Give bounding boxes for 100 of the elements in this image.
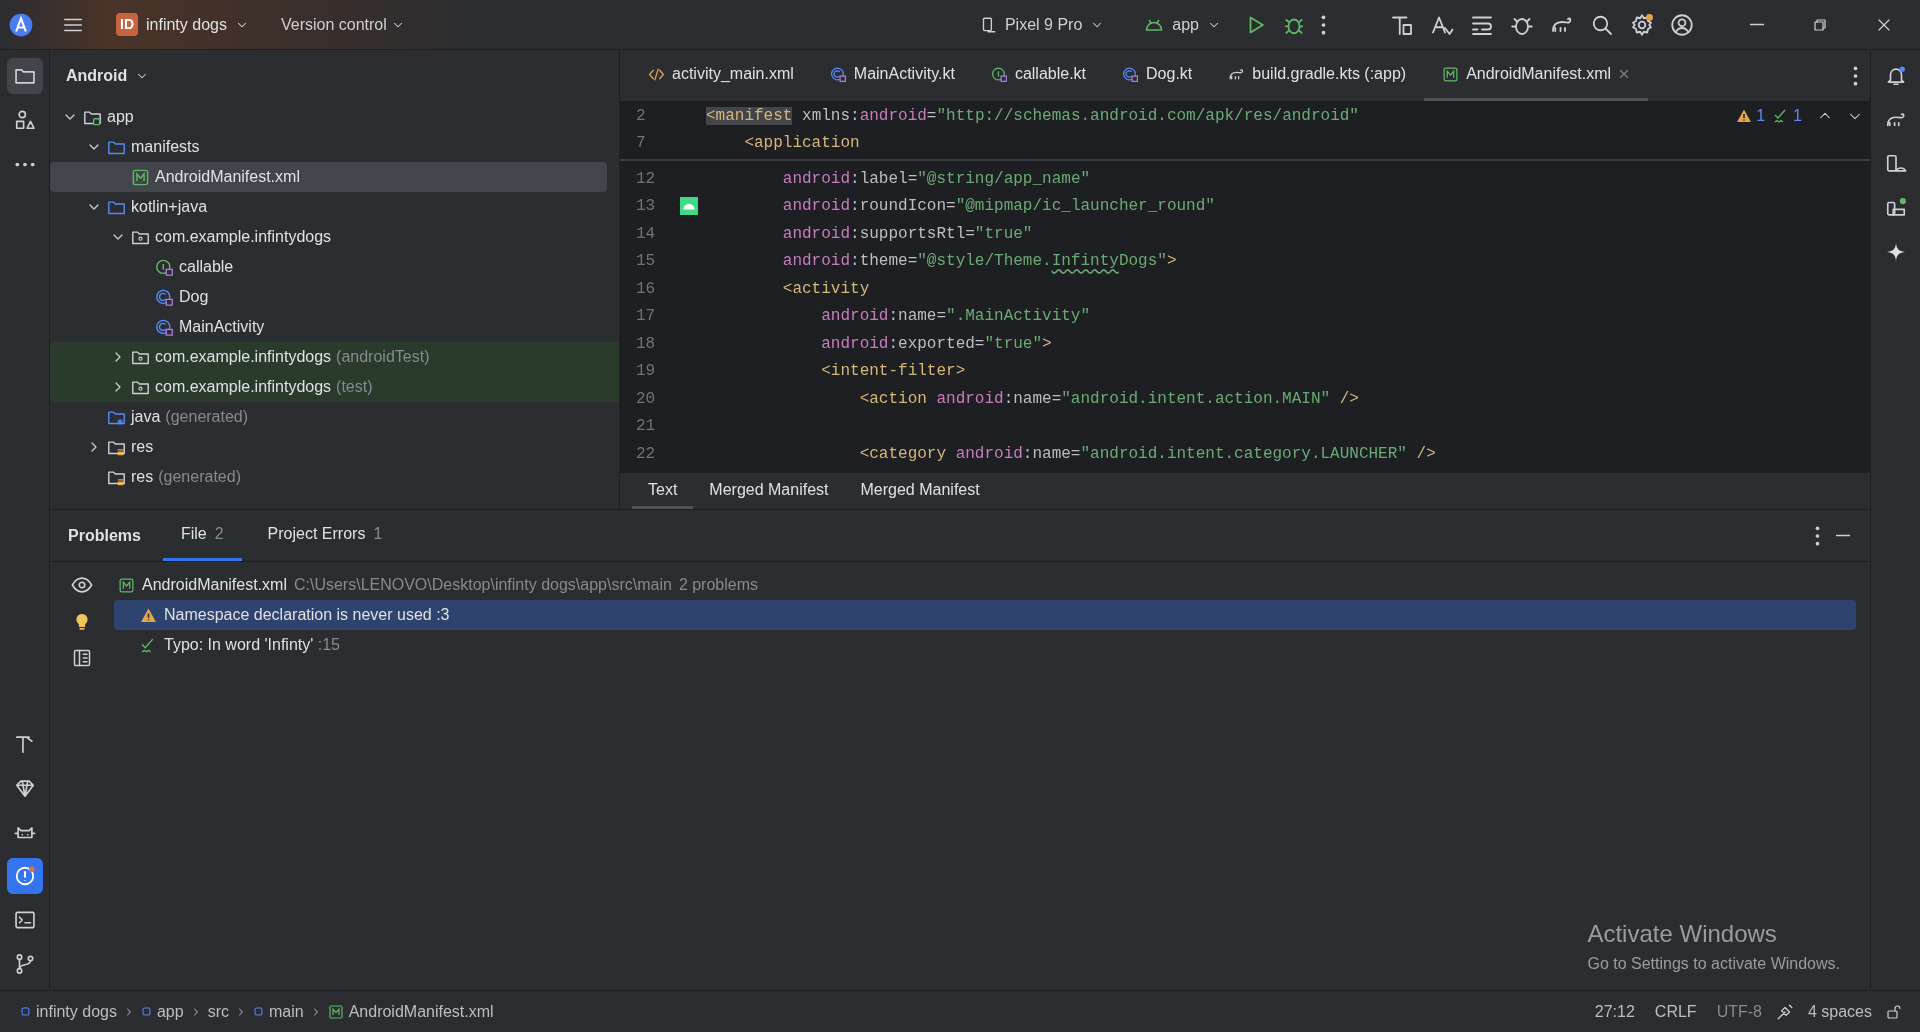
tree-item[interactable]: com.example.infintydogs (androidTest) bbox=[50, 342, 619, 372]
eye-icon bbox=[71, 574, 93, 596]
tree-item[interactable]: res bbox=[50, 432, 607, 462]
panel-icon bbox=[72, 648, 92, 668]
hammer-icon bbox=[13, 733, 36, 755]
caret-position[interactable]: 27:12 bbox=[1584, 999, 1645, 1024]
shapes-icon bbox=[13, 109, 36, 131]
device-dropdown[interactable]: Pixel 9 Pro bbox=[974, 8, 1109, 41]
more-dots-icon bbox=[14, 161, 35, 167]
code-line: <intent-filter> bbox=[820, 361, 966, 383]
interface-icon bbox=[155, 257, 174, 277]
minimize-icon bbox=[1836, 534, 1850, 537]
code-line: android:theme="@style/Theme.InfintyDogs"> bbox=[781, 251, 1177, 273]
line-number: 12 bbox=[635, 168, 657, 190]
project-dropdown[interactable]: ID infinty dogs bbox=[112, 8, 253, 41]
breadcrumb[interactable]: main bbox=[250, 999, 306, 1024]
code-line: <manifest xmlns:android="http://schemas.android.com/apk/res/android" bbox=[706, 105, 1359, 127]
code-line: <application bbox=[743, 133, 860, 155]
gem-icon bbox=[13, 777, 36, 799]
line-number: 18 bbox=[635, 333, 657, 355]
editor-tab[interactable]: build.gradle.kts (:app) bbox=[1210, 50, 1425, 101]
class-icon bbox=[155, 287, 174, 307]
terminal-icon bbox=[13, 909, 36, 931]
tree-item[interactable]: com.example.infintydogs bbox=[50, 222, 607, 252]
account-icon bbox=[1670, 12, 1694, 37]
activation-title: Activate Windows bbox=[1587, 919, 1778, 949]
tree-item[interactable]: java (generated) bbox=[50, 402, 607, 432]
warning-icon bbox=[1736, 107, 1753, 124]
problems-icon bbox=[13, 865, 36, 887]
code-line: android:roundIcon="@mipmap/ic_launcher_round" bbox=[781, 196, 1215, 218]
tree-item[interactable]: kotlin+java bbox=[50, 192, 607, 222]
class-icon bbox=[155, 317, 174, 337]
tree-item[interactable]: com.example.infintydogs (test) bbox=[50, 372, 619, 402]
panel-title: Problems bbox=[68, 525, 141, 546]
editor-tab[interactable]: callable.kt bbox=[972, 50, 1105, 101]
code-line: android:supportsRtl="true" bbox=[781, 223, 1033, 245]
code-line: android:exported="true"> bbox=[820, 333, 1052, 355]
activation-hint: Go to Settings to activate Windows. bbox=[1587, 954, 1840, 974]
device-icon bbox=[1884, 153, 1907, 175]
file-encoding[interactable]: UTF-8 bbox=[1706, 999, 1772, 1024]
tree-item[interactable]: AndroidManifest.xml bbox=[50, 162, 607, 192]
restore-icon bbox=[1812, 16, 1828, 33]
minimize-icon bbox=[1750, 23, 1764, 26]
close-icon[interactable] bbox=[1618, 68, 1631, 80]
line-number: 21 bbox=[635, 416, 657, 438]
module-icon bbox=[140, 1006, 152, 1017]
editor-tab[interactable]: activity_main.xml bbox=[630, 50, 812, 101]
class-icon bbox=[1122, 65, 1140, 83]
brush-icon bbox=[1775, 1002, 1794, 1021]
problem-item[interactable]: Typo: In word 'Infinty' :15 bbox=[114, 630, 1856, 660]
devices-icon bbox=[1884, 197, 1907, 219]
code-line: android:name=".MainActivity" bbox=[820, 306, 1091, 328]
line-number: 20 bbox=[635, 388, 657, 410]
breadcrumb[interactable]: app bbox=[138, 999, 186, 1024]
module-icon bbox=[20, 1006, 31, 1017]
code-line: <activity bbox=[781, 278, 870, 300]
file-node[interactable]: AndroidManifest.xml C:\Users\LENOVO\Desktop\infinty dogs\app\src\main 2 problems bbox=[114, 570, 1856, 600]
line-number: 14 bbox=[635, 223, 657, 245]
editor-tab[interactable]: MainActivity.kt bbox=[811, 50, 973, 101]
project-tool-button[interactable] bbox=[6, 58, 43, 94]
tree-item[interactable]: res (generated) bbox=[50, 462, 607, 492]
studio-logo-icon[interactable] bbox=[8, 11, 34, 38]
breadcrumb[interactable]: infinty dogs bbox=[18, 999, 119, 1024]
indent-setting[interactable]: 4 spaces bbox=[1797, 999, 1882, 1024]
manifest-file-icon bbox=[131, 167, 150, 187]
line-separator[interactable]: CRLF bbox=[1644, 999, 1707, 1024]
editor-tab[interactable]: Dog.kt bbox=[1104, 50, 1211, 101]
class-icon bbox=[829, 65, 847, 83]
tree-item[interactable]: Dog bbox=[50, 282, 607, 312]
line-number: 16 bbox=[635, 278, 657, 300]
editor-tab[interactable]: AndroidManifest.xml bbox=[1424, 50, 1649, 101]
breadcrumb[interactable]: src bbox=[205, 999, 231, 1024]
more-dots-icon bbox=[1815, 525, 1820, 546]
project-view-dropdown[interactable]: Android bbox=[66, 64, 150, 88]
view-tab[interactable]: Merged Manifest bbox=[844, 473, 996, 509]
typo-count[interactable]: 1 bbox=[1773, 103, 1802, 128]
line-number: 17 bbox=[635, 306, 657, 328]
manifest-file-icon bbox=[1442, 65, 1460, 83]
problems-tab[interactable]: File 2 bbox=[162, 510, 242, 561]
tree-item[interactable]: MainActivity bbox=[50, 312, 607, 342]
more-dots-icon bbox=[1321, 14, 1326, 35]
problem-item[interactable]: Namespace declaration is never used :3 bbox=[114, 600, 1856, 630]
version-control-dropdown[interactable]: Version control bbox=[276, 8, 409, 41]
problems-tool-button[interactable] bbox=[6, 858, 43, 894]
line-number: 7 bbox=[635, 133, 647, 155]
line-number: 19 bbox=[635, 361, 657, 383]
tree-item[interactable]: manifests bbox=[50, 132, 607, 162]
module-icon bbox=[252, 1006, 264, 1017]
warning-icon bbox=[140, 606, 157, 624]
line-number: 13 bbox=[635, 196, 657, 218]
problems-tab[interactable]: Project Errors 1 bbox=[249, 510, 401, 561]
breadcrumb[interactable]: AndroidManifest.xml bbox=[325, 999, 496, 1024]
tree-item[interactable]: app bbox=[50, 102, 607, 132]
tree-item[interactable]: callable bbox=[50, 252, 607, 282]
project-badge: ID bbox=[116, 13, 138, 36]
view-tab[interactable]: Merged Manifest bbox=[693, 473, 845, 509]
code-line: <category android:name="android.intent.category.LAUNCHER" /> bbox=[858, 443, 1436, 465]
warning-count[interactable]: 1 bbox=[1736, 103, 1766, 128]
interface-icon bbox=[990, 65, 1008, 83]
run-config-dropdown[interactable]: app bbox=[1140, 8, 1225, 41]
